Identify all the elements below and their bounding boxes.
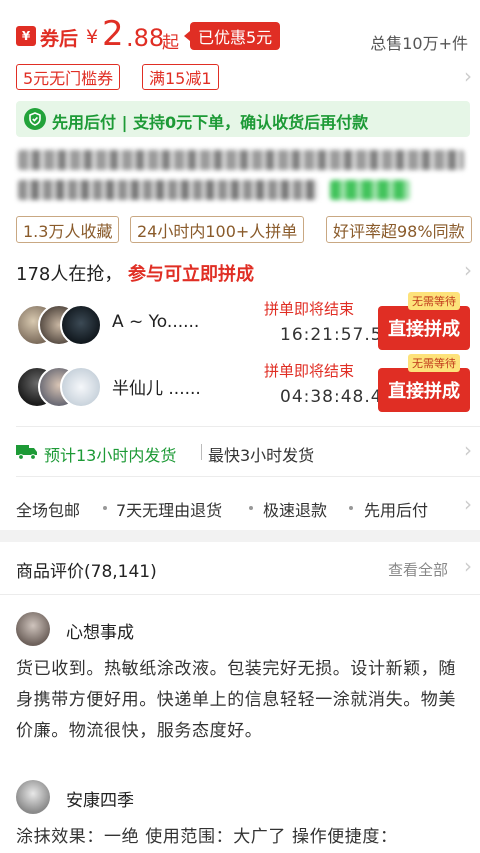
coupon-yuan-icon: ¥ — [16, 26, 36, 46]
shipping-fastest: 最快3小时发货 — [208, 446, 315, 465]
price-row: ¥ 券后 ¥ 2 .88 起 已优惠5元 总售10万+件 — [0, 14, 480, 58]
group-buy-cta: 参与可立即拼成 — [128, 264, 254, 285]
group-avatars — [16, 366, 106, 410]
highlight-tags: 1.3万人收藏 24小时内100+人拼单 好评率超98%同款 — [0, 214, 480, 244]
review-author: 心想事成 — [0, 612, 480, 652]
service-guarantees[interactable]: 全场包邮 7天无理由退货 极速退款 先用后付 › — [0, 490, 480, 526]
total-sold: 总售10万+件 — [370, 34, 468, 53]
avatar — [16, 780, 50, 814]
service-fast-refund: 极速退款 — [263, 501, 328, 520]
review-text: 涂抹效果：一绝 使用范围：大广了 操作便捷度： — [16, 827, 398, 847]
no-wait-badge: 无需等待 — [408, 292, 460, 310]
shipping-row[interactable]: 预计13小时内发货 最快3小时发货 › — [0, 432, 480, 472]
discount-badge: 已优惠5元 — [183, 22, 281, 50]
tag-group-orders: 24小时内100+人拼单 — [130, 216, 305, 243]
chevron-right-icon[interactable]: › — [464, 258, 472, 282]
after-coupon-label: 券后 — [40, 28, 79, 50]
group-leader-name: A ~ Yo...... — [112, 312, 200, 332]
group-avatars — [16, 304, 106, 348]
separator — [201, 444, 202, 460]
divider — [16, 426, 480, 427]
review-text: 货已收到。热敏纸涂改液。包装完好无损。设计新颖，随身携带方便好用。快递单上的信息… — [16, 659, 456, 741]
join-group-button[interactable]: 直接拼成 — [378, 368, 470, 412]
service-free-shipping: 全场包邮 — [16, 501, 81, 520]
price-integer: 2 — [102, 14, 124, 54]
chevron-right-icon[interactable]: › — [464, 554, 472, 578]
tag-favorites: 1.3万人收藏 — [16, 216, 120, 243]
service-pay-later: 先用后付 — [364, 501, 429, 520]
price-decimal: .88 — [126, 24, 165, 52]
truck-icon — [16, 445, 37, 460]
pay-later-banner[interactable]: 先用后付 | 支持0元下单，确认收货后再付款 — [16, 101, 470, 137]
chevron-right-icon[interactable]: › — [464, 492, 472, 516]
group-countdown: 16:21:57.5 — [280, 325, 383, 345]
coupon-row[interactable]: 5元无门槛券 满15减1 › — [0, 62, 480, 92]
avatar — [60, 366, 102, 408]
section-gap — [0, 530, 480, 542]
coupon-full-reduction[interactable]: 满15减1 — [142, 64, 219, 90]
dot-separator — [349, 506, 353, 510]
chevron-right-icon[interactable]: › — [464, 438, 472, 462]
no-wait-badge: 无需等待 — [408, 354, 460, 372]
price-suffix: 起 — [162, 33, 179, 53]
group-row[interactable]: 半仙儿 ...... 拼单即将结束 04:38:48.4 直接拼成 无需等待 — [0, 354, 480, 426]
reviewer-name: 安康四季 — [66, 791, 134, 811]
reviews-title: 商品评价(78,141) — [16, 562, 157, 582]
group-status: 拼单即将结束 — [264, 300, 355, 318]
group-buy-header[interactable]: 178人在抢， 参与可立即拼成 › — [0, 256, 480, 290]
reviews-header[interactable]: 商品评价(78,141) 查看全部 › — [0, 546, 480, 590]
service-7day-return: 7天无理由退货 — [116, 501, 223, 520]
group-row[interactable]: A ~ Yo...... 拼单即将结束 16:21:57.5 直接拼成 无需等待 — [0, 292, 480, 364]
divider — [16, 476, 480, 477]
review-author: 安康四季 — [0, 780, 480, 820]
tag-positive-rate: 好评率超98%同款 — [326, 216, 472, 243]
pay-later-shield-icon — [24, 108, 46, 130]
divider — [0, 594, 480, 595]
grabbing-count: 178人在抢， — [16, 264, 123, 285]
reviewer-name: 心想事成 — [66, 623, 134, 643]
coupon-no-threshold[interactable]: 5元无门槛券 — [16, 64, 121, 90]
dot-separator — [103, 506, 107, 510]
join-group-button[interactable]: 直接拼成 — [378, 306, 470, 350]
group-leader-name: 半仙儿 ...... — [112, 379, 201, 399]
currency-symbol: ¥ — [86, 26, 99, 48]
group-countdown: 04:38:48.4 — [280, 387, 383, 407]
pay-later-text: 先用后付 | 支持0元下单，确认收货后再付款 — [52, 113, 369, 132]
shipping-eta: 预计13小时内发货 — [44, 446, 177, 465]
dot-separator — [249, 506, 253, 510]
chevron-right-icon[interactable]: › — [464, 64, 472, 88]
avatar — [16, 612, 50, 646]
group-status: 拼单即将结束 — [264, 362, 355, 380]
view-all-reviews-link[interactable]: 查看全部 — [388, 559, 448, 580]
avatar — [60, 304, 102, 346]
